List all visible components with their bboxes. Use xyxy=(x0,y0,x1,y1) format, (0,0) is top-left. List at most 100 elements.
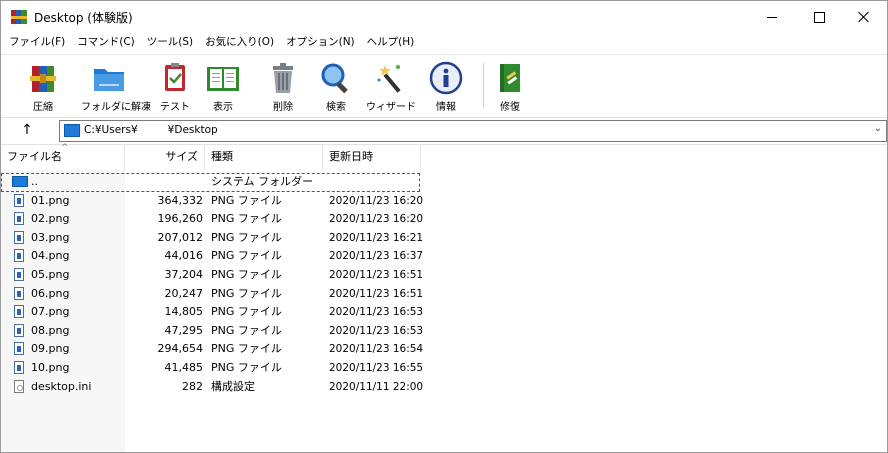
app-window: Desktop (体験版) ファイル(F) コマンド(C) ツール(S) お気に… xyxy=(0,0,888,453)
archive-books-icon xyxy=(25,60,61,96)
file-type: PNG ファイル xyxy=(211,360,282,374)
repair-label: 修復 xyxy=(500,102,520,113)
info-label: 情報 xyxy=(436,102,456,113)
table-row[interactable]: 08.png 47,295 PNG ファイル 2020/11/23 16:53 xyxy=(1,322,887,341)
add-archive-label: 圧縮 xyxy=(33,102,53,113)
menu-tools[interactable]: ツール(S) xyxy=(141,33,199,53)
file-name: 02.png xyxy=(31,212,70,226)
table-row-parent-folder[interactable]: .. システム フォルダー xyxy=(1,173,420,192)
file-modified: 2020/11/23 16:51 xyxy=(329,287,424,300)
file-type: PNG ファイル xyxy=(211,342,282,356)
menu-commands[interactable]: コマンド(C) xyxy=(71,33,141,53)
table-row[interactable]: 01.png 364,332 PNG ファイル 2020/11/23 16:20 xyxy=(1,192,887,211)
close-button[interactable] xyxy=(841,1,887,33)
wizard-label: ウィザード xyxy=(366,102,416,113)
view-button[interactable]: 表示 xyxy=(195,58,251,114)
maximize-button[interactable] xyxy=(796,1,842,33)
sort-ascending-icon: ^ xyxy=(61,143,69,153)
title-bar[interactable]: Desktop (体験版) xyxy=(1,1,887,33)
up-one-level-button[interactable]: ↑ xyxy=(19,122,35,138)
file-list[interactable]: ファイル名 ^ サイズ 種類 更新日時 .. システム フォルダー 01.png… xyxy=(1,143,887,452)
magnifier-icon xyxy=(318,60,354,96)
folder-icon xyxy=(12,176,28,187)
file-modified: 2020/11/23 16:51 xyxy=(329,268,424,281)
file-modified: 2020/11/23 16:21 xyxy=(329,231,424,244)
file-name: 04.png xyxy=(31,249,70,263)
png-file-icon xyxy=(14,360,24,374)
menu-help[interactable]: ヘルプ(H) xyxy=(361,33,421,53)
file-name: .. xyxy=(31,175,38,188)
file-type: PNG ファイル xyxy=(211,212,282,226)
file-size: 294,654 xyxy=(157,342,204,356)
file-modified: 2020/11/11 22:00 xyxy=(329,380,424,393)
column-header-size[interactable]: サイズ xyxy=(125,145,205,170)
file-name: 06.png xyxy=(31,286,70,300)
path-field[interactable]: C:¥Users¥ ¥Desktop ⌄ xyxy=(59,120,887,142)
file-modified: 2020/11/23 16:55 xyxy=(329,361,424,374)
png-file-icon xyxy=(14,286,24,300)
file-type: 構成設定 xyxy=(211,379,255,393)
table-row[interactable]: 04.png 44,016 PNG ファイル 2020/11/23 16:37 xyxy=(1,247,887,266)
file-type: PNG ファイル xyxy=(211,286,282,300)
find-button[interactable]: 検索 xyxy=(308,58,364,114)
table-row[interactable]: 09.png 294,654 PNG ファイル 2020/11/23 16:54 xyxy=(1,340,887,359)
file-size: 41,485 xyxy=(164,360,204,374)
file-modified: 2020/11/23 16:54 xyxy=(329,343,424,356)
png-file-icon xyxy=(14,249,24,263)
png-file-icon xyxy=(14,305,24,319)
info-button[interactable]: 情報 xyxy=(418,58,474,114)
file-type: PNG ファイル xyxy=(211,230,282,244)
delete-button[interactable]: 削除 xyxy=(255,58,311,114)
png-file-icon xyxy=(14,267,24,281)
table-row[interactable]: 06.png 20,247 PNG ファイル 2020/11/23 16:51 xyxy=(1,285,887,304)
file-modified: 2020/11/23 16:53 xyxy=(329,306,424,319)
file-size: 47,295 xyxy=(164,323,204,337)
table-row[interactable]: 07.png 14,805 PNG ファイル 2020/11/23 16:53 xyxy=(1,303,887,322)
maximize-icon xyxy=(813,11,825,23)
menu-options[interactable]: オプション(N) xyxy=(280,33,361,53)
table-row[interactable]: 10.png 41,485 PNG ファイル 2020/11/23 16:55 xyxy=(1,359,887,378)
test-clipboard-icon xyxy=(157,60,193,96)
repair-kit-icon xyxy=(492,60,528,96)
view-book-icon xyxy=(205,60,241,96)
file-modified: 2020/11/23 16:20 xyxy=(329,194,424,207)
table-row[interactable]: 05.png 37,204 PNG ファイル 2020/11/23 16:51 xyxy=(1,266,887,285)
toolbar: 圧縮 フォルダに解凍 テスト 表示 削除 検索 ウィザード 情報 修復 xyxy=(1,54,887,117)
png-file-icon xyxy=(14,193,24,207)
file-name: 03.png xyxy=(31,230,70,244)
file-name: 05.png xyxy=(31,267,70,281)
column-header-type[interactable]: 種類 xyxy=(205,145,323,170)
add-archive-button[interactable]: 圧縮 xyxy=(15,58,71,114)
repair-button[interactable]: 修復 xyxy=(482,58,538,114)
file-name: desktop.ini xyxy=(31,379,92,393)
window-title: Desktop (体験版) xyxy=(34,11,133,25)
minimize-button[interactable] xyxy=(749,1,795,33)
column-header-name-label: ファイル名 xyxy=(7,150,62,163)
path-text: C:¥Users¥ ¥Desktop xyxy=(84,124,218,136)
table-row[interactable]: 02.png 196,260 PNG ファイル 2020/11/23 16:20 xyxy=(1,210,887,229)
png-file-icon xyxy=(14,230,24,244)
info-icon xyxy=(428,60,464,96)
file-size: 14,805 xyxy=(164,305,204,319)
address-bar: ↑ C:¥Users¥ ¥Desktop ⌄ xyxy=(1,117,887,145)
menu-favorites[interactable]: お気に入り(O) xyxy=(199,33,280,53)
wizard-wand-icon xyxy=(373,60,409,96)
file-name: 09.png xyxy=(31,342,70,356)
file-type: PNG ファイル xyxy=(211,249,282,263)
extract-folder-icon xyxy=(91,60,127,96)
column-header-modified-label: 更新日時 xyxy=(329,150,373,163)
column-header-name[interactable]: ファイル名 ^ xyxy=(1,143,125,170)
file-name: 10.png xyxy=(31,360,70,374)
extract-to-folder-button[interactable]: フォルダに解凍 xyxy=(81,58,151,114)
file-size: 207,012 xyxy=(157,230,204,244)
table-row[interactable]: 03.png 207,012 PNG ファイル 2020/11/23 16:21 xyxy=(1,229,887,248)
file-name: 07.png xyxy=(31,305,70,319)
winrar-app-icon xyxy=(11,10,27,24)
menu-file[interactable]: ファイル(F) xyxy=(1,33,71,53)
file-size: 364,332 xyxy=(157,193,204,207)
wizard-button[interactable]: ウィザード xyxy=(363,58,419,114)
chevron-down-icon[interactable]: ⌄ xyxy=(874,123,882,134)
table-row[interactable]: desktop.ini 282 構成設定 2020/11/11 22:00 xyxy=(1,378,887,397)
column-header-modified[interactable]: 更新日時 xyxy=(323,145,421,170)
file-name: 01.png xyxy=(31,193,70,207)
